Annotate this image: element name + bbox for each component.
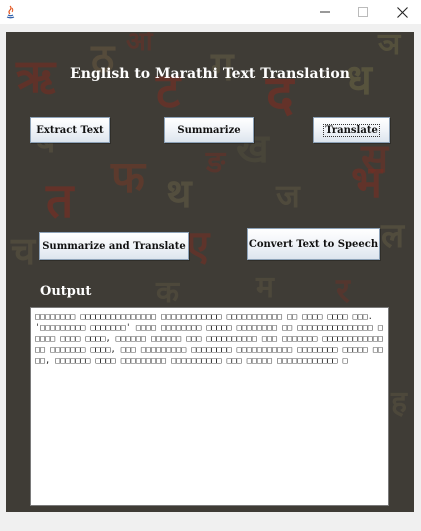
minimize-icon[interactable]	[306, 0, 344, 24]
svg-text:ञ: ञ	[377, 32, 402, 62]
svg-text:क: क	[155, 275, 180, 310]
close-icon[interactable]	[383, 0, 421, 24]
summarize-button-label: Summarize	[177, 124, 241, 136]
app-window: ऋ ठ ट ग द ध ञ ओ ब ख स त फ थ ङ भ ज च ए ल	[0, 0, 421, 531]
translate-button-label: Translate	[323, 123, 380, 137]
svg-text:ओ: ओ	[126, 32, 154, 57]
output-text-area[interactable]: □□□□□□□□ □□□□□□□□□□□□□□□ □□□□□□□□□□□□ □□…	[30, 307, 389, 506]
svg-text:च: च	[10, 229, 37, 273]
svg-text:फ: फ	[110, 152, 147, 203]
extract-text-button[interactable]: Extract Text	[30, 117, 110, 143]
svg-text:त: त	[45, 173, 75, 229]
java-icon	[4, 4, 17, 19]
page-title: English to Marathi Text Translation	[70, 66, 350, 82]
svg-text:ल: ल	[380, 216, 406, 256]
summarize-button[interactable]: Summarize	[164, 117, 254, 143]
svg-text:थ: थ	[166, 171, 193, 217]
svg-text:र: र	[335, 271, 351, 311]
translate-button[interactable]: Translate	[313, 117, 390, 143]
extract-text-button-label: Extract Text	[36, 124, 104, 136]
convert-text-to-speech-button[interactable]: Convert Text to Speech	[247, 228, 380, 260]
svg-text:भ: भ	[351, 157, 384, 208]
svg-text:ङ: ङ	[205, 145, 227, 180]
summarize-and-translate-button[interactable]: Summarize and Translate	[39, 232, 189, 260]
output-label: Output	[40, 284, 92, 299]
svg-text:ज: ज	[275, 177, 301, 215]
title-bar	[0, 0, 421, 24]
svg-text:म: म	[255, 270, 275, 305]
svg-text:ह: ह	[390, 385, 408, 420]
convert-text-to-speech-button-label: Convert Text to Speech	[248, 238, 379, 250]
summarize-and-translate-button-label: Summarize and Translate	[42, 240, 186, 252]
main-panel: ऋ ठ ट ग द ध ञ ओ ब ख स त फ थ ङ भ ज च ए ल	[6, 32, 414, 512]
maximize-icon[interactable]	[344, 0, 382, 24]
